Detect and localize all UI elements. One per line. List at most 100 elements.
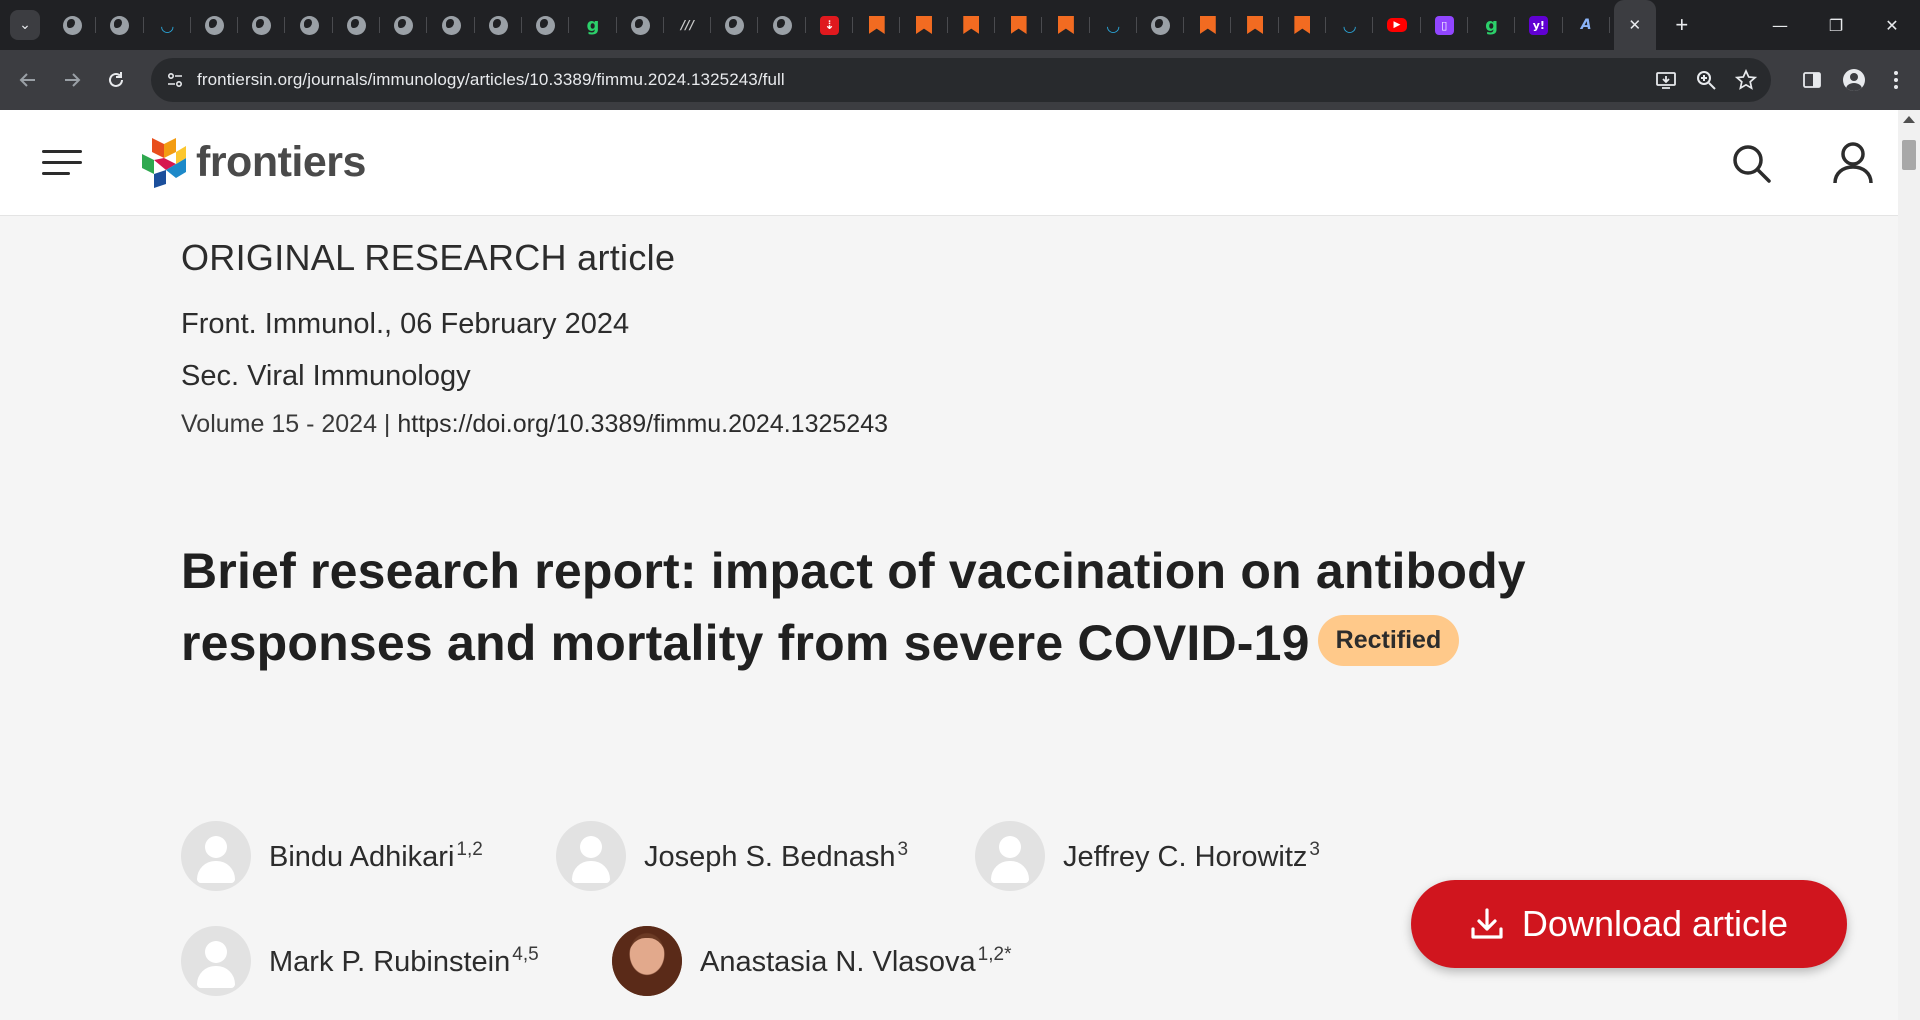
article-title: Brief research report: impact of vaccina… (181, 535, 1641, 679)
browser-tab[interactable]: ▶ (1373, 0, 1421, 50)
download-icon (1471, 908, 1503, 939)
back-button[interactable] (6, 60, 50, 100)
new-tab-button[interactable]: + (1664, 7, 1700, 43)
forward-arrow-icon (65, 73, 81, 87)
doi-link[interactable]: https://doi.org/10.3389/fimmu.2024.13252… (397, 410, 888, 438)
browser-tab[interactable] (522, 0, 570, 50)
browser-tab[interactable] (617, 0, 665, 50)
volume-text: Volume 15 - 2024 | (181, 410, 391, 438)
browser-tab[interactable] (96, 0, 144, 50)
browser-tab[interactable] (853, 0, 901, 50)
install-app-button[interactable] (1655, 69, 1677, 91)
browser-tab[interactable] (475, 0, 523, 50)
author-affiliation: 1,2* (977, 943, 1012, 965)
hamburger-line (42, 161, 82, 164)
browser-tab[interactable] (238, 0, 286, 50)
author-avatar-icon (975, 821, 1045, 891)
author-name[interactable]: Jeffrey C. Horowitz 3 (1063, 839, 1320, 874)
scrollbar-thumb[interactable] (1902, 140, 1916, 170)
browser-tab[interactable]: ▯ (1421, 0, 1469, 50)
browser-tab[interactable] (1042, 0, 1090, 50)
browser-tab[interactable]: g (1468, 0, 1516, 50)
zoom-button[interactable] (1695, 69, 1717, 91)
address-bar[interactable]: frontiersin.org/journals/immunology/arti… (151, 58, 1771, 102)
profile-button[interactable] (1840, 66, 1868, 94)
globe-icon (488, 15, 508, 35)
forward-button[interactable] (50, 60, 94, 100)
browser-tab[interactable] (948, 0, 996, 50)
star-icon (1735, 69, 1757, 90)
browser-tab[interactable]: g (569, 0, 617, 50)
browser-tab[interactable]: ◡ (144, 0, 192, 50)
zoom-icon (1697, 71, 1716, 90)
author-affiliation: 3 (897, 838, 909, 860)
active-tab[interactable]: ✕ (1613, 0, 1656, 50)
browser-menu-button[interactable] (1882, 66, 1910, 94)
browser-tab-strip: ⌄ ◡ g /// ⇣ ◡ ◡ ▶ ▯ g y! A ✕ + — ❐ ✕ (0, 0, 1920, 50)
site-info-button[interactable] (161, 66, 189, 94)
author-item[interactable]: Joseph S. Bednash 3 (556, 820, 908, 892)
tab-search-button[interactable]: ⌄ (10, 10, 40, 40)
browser-tab[interactable] (49, 0, 97, 50)
browser-tab[interactable] (1279, 0, 1327, 50)
browser-tab[interactable] (711, 0, 759, 50)
browser-tab[interactable] (900, 0, 948, 50)
browser-tab[interactable] (285, 0, 334, 50)
minimize-button[interactable]: — (1752, 0, 1808, 50)
browser-tab[interactable]: ◡ (1090, 0, 1138, 50)
close-window-button[interactable]: ✕ (1864, 0, 1920, 50)
side-panel-button[interactable] (1798, 66, 1826, 94)
frontiers-logo[interactable]: frontiers (142, 135, 366, 189)
browser-tab[interactable] (427, 0, 475, 50)
author-name[interactable]: Mark P. Rubinstein 4,5 (269, 944, 539, 979)
side-panel-icon (1803, 72, 1821, 88)
author-item[interactable]: Mark P. Rubinstein 4,5 (181, 925, 539, 997)
site-account-button[interactable] (1830, 140, 1876, 186)
browser-tab[interactable]: ◡ (1326, 0, 1374, 50)
shield-icon: ◡ (1343, 15, 1356, 35)
shield-icon: ◡ (1107, 15, 1120, 35)
toolbar-right (1798, 60, 1910, 100)
author-name-text: Jeffrey C. Horowitz (1063, 840, 1308, 873)
browser-tab[interactable] (380, 0, 428, 50)
browser-tab[interactable] (995, 0, 1043, 50)
page-scrollbar[interactable] (1898, 110, 1920, 1020)
author-item[interactable]: Anastasia N. Vlasova 1,2* (612, 925, 1011, 997)
author-name-text: Mark P. Rubinstein (269, 945, 511, 978)
author-avatar-icon (556, 821, 626, 891)
author-name[interactable]: Joseph S. Bednash 3 (644, 839, 908, 874)
restore-button[interactable]: ❐ (1808, 0, 1864, 50)
browser-tab[interactable]: ⇣ (806, 0, 854, 50)
author-item[interactable]: Bindu Adhikari 1,2 (181, 820, 483, 892)
close-tab-icon[interactable]: ✕ (1629, 16, 1642, 34)
reload-icon (109, 72, 123, 87)
author-name[interactable]: Anastasia N. Vlasova 1,2* (700, 944, 1011, 979)
author-name[interactable]: Bindu Adhikari 1,2 (269, 839, 483, 874)
globe-icon (63, 15, 83, 35)
browser-tab[interactable] (333, 0, 381, 50)
globe-icon (205, 15, 225, 35)
scroll-up-arrow-icon[interactable] (1903, 116, 1915, 123)
bookmark-icon (1294, 16, 1311, 34)
download-article-button[interactable]: Download article (1411, 880, 1847, 968)
search-icon (1733, 145, 1771, 183)
g-icon: g (1485, 14, 1498, 36)
browser-tab[interactable] (1231, 0, 1280, 50)
bookmark-star-button[interactable] (1735, 69, 1757, 91)
browser-tab[interactable]: /// (664, 0, 712, 50)
author-item[interactable]: Jeffrey C. Horowitz 3 (975, 820, 1320, 892)
rectified-badge[interactable]: Rectified (1317, 615, 1460, 667)
globe-icon (725, 15, 745, 35)
hamburger-menu-button[interactable] (42, 148, 84, 178)
browser-tab[interactable]: A (1563, 0, 1611, 50)
globe-icon (441, 15, 461, 35)
reload-button[interactable] (94, 60, 138, 100)
browser-tab[interactable]: y! (1515, 0, 1563, 50)
browser-tab[interactable] (1184, 0, 1232, 50)
author-name-text: Bindu Adhikari (269, 840, 455, 873)
browser-tab[interactable] (191, 0, 239, 50)
author-affiliation: 4,5 (512, 943, 539, 965)
browser-tab[interactable] (1137, 0, 1185, 50)
site-search-button[interactable] (1730, 142, 1774, 186)
browser-tab[interactable] (758, 0, 807, 50)
